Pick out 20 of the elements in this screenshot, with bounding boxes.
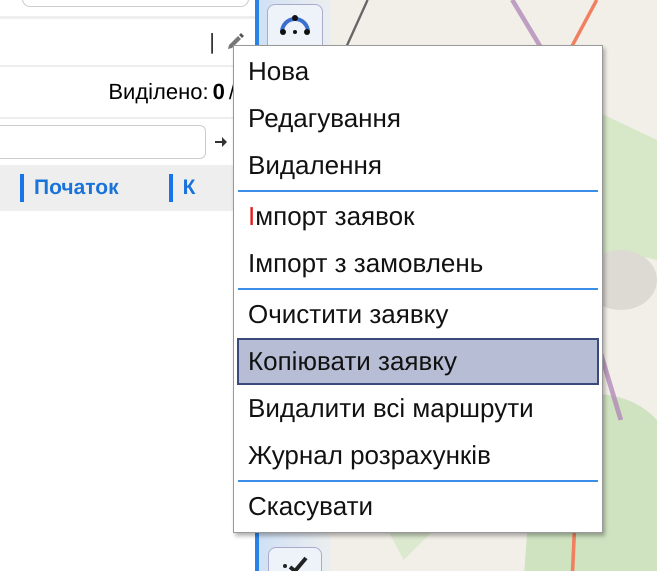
column-header[interactable]: Початок: [20, 174, 119, 202]
menu-item[interactable]: Видалення: [237, 142, 599, 189]
menu-item[interactable]: Копіювати заявку: [237, 338, 599, 385]
text-field[interactable]: [22, 0, 249, 7]
toolbar-divider: |: [209, 29, 215, 55]
menu-item[interactable]: Очистити заявку: [237, 291, 599, 338]
check-icon: [282, 556, 308, 571]
column-header[interactable]: К: [168, 174, 196, 202]
menu-item[interactable]: Нова: [237, 48, 599, 95]
menu-item[interactable]: Скасувати: [237, 483, 599, 530]
menu-item[interactable]: Журнал розрахунків: [237, 432, 599, 479]
selection-count: 0: [212, 79, 225, 105]
search-field[interactable]: [0, 125, 206, 159]
menu-item[interactable]: Імпорт заявок: [237, 193, 599, 240]
menu-item[interactable]: Імпорт з замовлень: [237, 240, 599, 287]
arrow-right-icon[interactable]: [214, 136, 228, 148]
selection-label: Виділено:: [108, 79, 209, 105]
pencil-icon[interactable]: [225, 32, 245, 52]
menu-item[interactable]: Видалити всі маршрути: [237, 385, 599, 432]
menu-item[interactable]: Редагування: [237, 95, 599, 142]
